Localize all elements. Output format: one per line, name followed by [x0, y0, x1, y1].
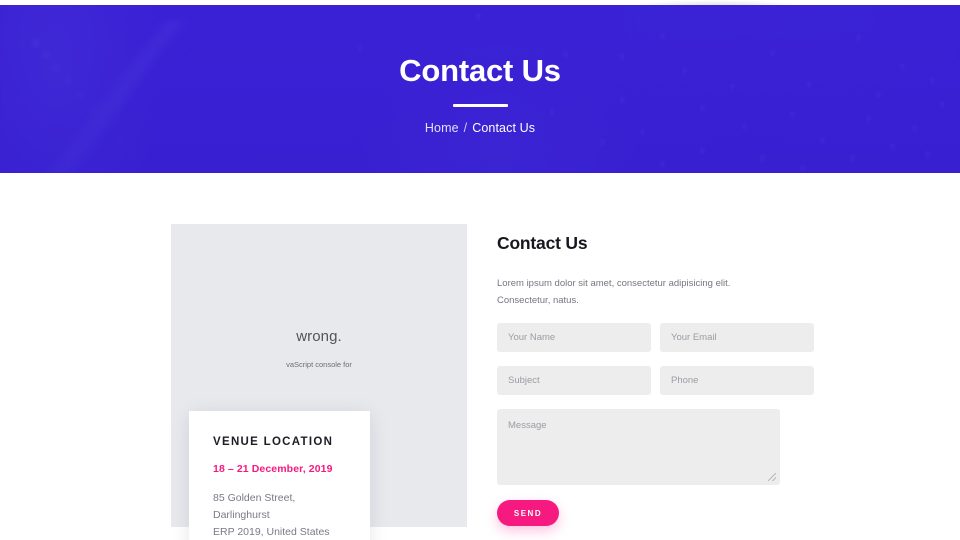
- send-button[interactable]: SEND: [497, 500, 559, 527]
- map-error-message: wrong. vaScript console for: [171, 328, 467, 370]
- hero-banner: Contact Us Home / Contact Us: [0, 5, 960, 173]
- venue-address-line-2: ERP 2019, United States: [213, 526, 330, 538]
- contact-form-description: Lorem ipsum dolor sit amet, consectetur …: [497, 278, 731, 306]
- email-input[interactable]: [660, 323, 814, 353]
- venue-date: 18 – 21 December, 2019: [213, 463, 333, 475]
- breadcrumb-separator: /: [463, 121, 468, 135]
- contact-form-section: Contact Us Lorem ipsum dolor sit amet, c…: [497, 233, 814, 527]
- venue-address: 85 Golden Street, Darlinghurst ERP 2019,…: [213, 490, 346, 540]
- phone-input[interactable]: [660, 366, 814, 396]
- contact-form: SEND: [497, 323, 814, 527]
- contact-form-title: Contact Us: [497, 233, 588, 253]
- page-title: Contact Us: [399, 53, 561, 88]
- breadcrumb-current: Contact Us: [472, 121, 536, 135]
- venue-info-card: VENUE LOCATION 18 – 21 December, 2019 85…: [189, 411, 370, 540]
- venue-address-line-1: 85 Golden Street, Darlinghurst: [213, 492, 296, 521]
- main-content: wrong. vaScript console for VENUE LOCATI…: [0, 173, 960, 540]
- message-textarea[interactable]: [497, 409, 780, 486]
- contact-page: Contact Us Home / Contact Us wrong. vaSc…: [0, 0, 960, 540]
- map-error-subtitle: vaScript console for: [286, 360, 352, 369]
- subject-input[interactable]: [497, 366, 651, 396]
- message-field-wrapper: [497, 409, 780, 486]
- name-input[interactable]: [497, 323, 651, 353]
- form-row-1: [497, 323, 814, 353]
- map-error-title: wrong.: [296, 328, 342, 345]
- breadcrumb-home-link[interactable]: Home: [425, 121, 459, 135]
- form-row-2: [497, 366, 814, 396]
- title-underline: [452, 104, 508, 107]
- venue-location-heading: VENUE LOCATION: [213, 436, 334, 448]
- breadcrumb: Home / Contact Us: [425, 121, 535, 135]
